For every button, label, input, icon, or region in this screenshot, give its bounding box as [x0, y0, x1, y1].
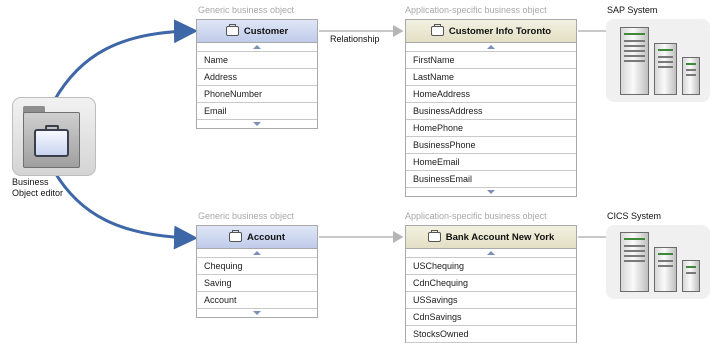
attribute-row[interactable]: Saving — [197, 275, 317, 292]
attribute-row[interactable]: PhoneNumber — [197, 86, 317, 103]
attribute-row[interactable]: HomePhone — [406, 120, 576, 137]
scroll-up-arrow[interactable] — [197, 43, 317, 52]
attribute-row[interactable]: Chequing — [197, 258, 317, 275]
server-icon — [654, 247, 677, 292]
bank-account-new-york-title: Bank Account New York — [445, 231, 555, 243]
scroll-down-arrow[interactable] — [197, 308, 317, 317]
generic-caption-top: Generic business object — [198, 5, 295, 15]
server-icon — [682, 57, 700, 95]
customer-title: Customer — [243, 25, 289, 37]
app-caption-top: Application-specific business object — [405, 5, 547, 15]
attribute-row[interactable]: Account — [197, 292, 317, 308]
bank-account-new-york-header[interactable]: Bank Account New York — [406, 226, 576, 249]
server-icon — [620, 232, 649, 292]
attribute-row[interactable]: StocksOwned — [406, 326, 576, 343]
attribute-row[interactable]: BusinessPhone — [406, 137, 576, 154]
attribute-row[interactable]: HomeAddress — [406, 86, 576, 103]
customer-info-toronto-title: Customer Info Toronto — [448, 25, 552, 37]
scroll-up-arrow[interactable] — [406, 249, 576, 258]
attribute-row[interactable]: HomeEmail — [406, 154, 576, 171]
customer-header[interactable]: Customer — [197, 20, 317, 43]
cics-system-panel[interactable] — [606, 225, 710, 299]
briefcase-icon — [225, 24, 239, 36]
briefcase-icon — [430, 24, 444, 36]
sap-system-label: SAP System — [607, 5, 658, 15]
editor-to-customer-arrow — [52, 19, 198, 102]
attribute-row[interactable]: LastName — [406, 69, 576, 86]
editor-label-line1: Business — [12, 177, 49, 187]
account-business-object[interactable]: Account Chequing Saving Account — [196, 225, 318, 318]
sap-system-panel[interactable] — [606, 19, 710, 102]
attribute-row[interactable]: Name — [197, 52, 317, 69]
briefcase-icon — [229, 230, 242, 242]
account-header[interactable]: Account — [197, 226, 317, 249]
briefcase-icon — [427, 230, 441, 242]
account-title: Account — [247, 231, 285, 243]
customer-info-toronto-business-object[interactable]: Customer Info Toronto FirstName LastName… — [405, 19, 577, 197]
customer-info-toronto-header[interactable]: Customer Info Toronto — [406, 20, 576, 43]
server-icon — [654, 43, 677, 95]
app-caption-bottom: Application-specific business object — [405, 211, 547, 221]
scroll-up-arrow[interactable] — [197, 249, 317, 258]
editor-label-line2: Object editor — [12, 188, 64, 198]
attribute-row[interactable]: USChequing — [406, 258, 576, 275]
scroll-down-arrow[interactable] — [406, 187, 576, 196]
attribute-row[interactable]: FirstName — [406, 52, 576, 69]
editor-to-account-arrow — [52, 170, 198, 250]
attribute-row[interactable]: Email — [197, 103, 317, 119]
attribute-row[interactable]: CdnSavings — [406, 309, 576, 326]
attribute-row[interactable]: Address — [197, 69, 317, 86]
attribute-row[interactable]: BusinessAddress — [406, 103, 576, 120]
attribute-row[interactable]: CdnChequing — [406, 275, 576, 292]
business-object-editor-icon[interactable] — [12, 97, 96, 176]
server-icon — [620, 27, 649, 95]
server-icon — [682, 260, 700, 292]
connector-lines — [52, 19, 608, 250]
bank-account-new-york-business-object[interactable]: Bank Account New York USChequing CdnCheq… — [405, 225, 577, 343]
customer-business-object[interactable]: Customer Name Address PhoneNumber Email — [196, 19, 318, 129]
scroll-down-arrow[interactable] — [197, 119, 317, 128]
attribute-row[interactable]: BusinessEmail — [406, 171, 576, 187]
attribute-row[interactable]: USSavings — [406, 292, 576, 309]
cics-system-label: CICS System — [607, 211, 662, 221]
relationship-label: Relationship — [330, 34, 380, 44]
scroll-up-arrow[interactable] — [406, 43, 576, 52]
briefcase-icon — [34, 125, 69, 157]
generic-caption-bottom: Generic business object — [198, 211, 295, 221]
